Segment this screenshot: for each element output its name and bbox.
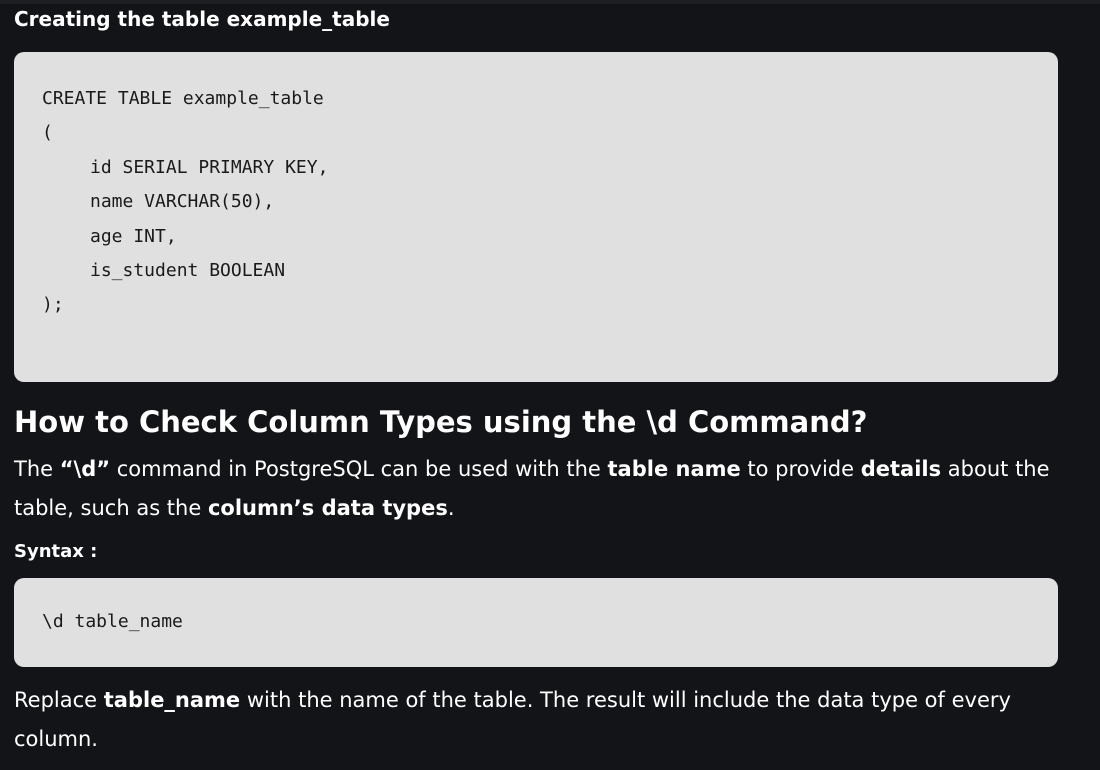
description-paragraph: The “\d” command in PostgreSQL can be us… bbox=[14, 450, 1058, 528]
article-content: Creating the table example_table CREATE … bbox=[14, 0, 1058, 759]
bold-text: “\d” bbox=[59, 457, 111, 481]
code-line: name VARCHAR(50), bbox=[90, 191, 275, 213]
code-line: CREATE TABLE example_table bbox=[42, 88, 324, 109]
bold-text: column’s data types bbox=[207, 496, 448, 520]
result-paragraph: Replace table_name with the name of the … bbox=[14, 681, 1058, 759]
bold-text: details bbox=[860, 457, 942, 481]
code-line: \d table_name bbox=[42, 611, 183, 633]
code-line: ); bbox=[42, 294, 64, 316]
bold-text: table_name bbox=[103, 688, 241, 712]
code-line: id SERIAL PRIMARY KEY, bbox=[90, 156, 329, 178]
bold-text: table name bbox=[607, 457, 741, 481]
code-line: is_student BOOLEAN bbox=[90, 259, 286, 281]
section-title: Creating the table example_table bbox=[14, 7, 390, 31]
text: The bbox=[14, 457, 60, 481]
syntax-label: Syntax : bbox=[14, 541, 98, 562]
text: Replace bbox=[14, 688, 104, 712]
code-line: ( bbox=[42, 122, 53, 144]
create-table-code-block: CREATE TABLE example_table ( id SERIAL P… bbox=[14, 52, 1058, 382]
text: . bbox=[447, 496, 455, 520]
syntax-code-block: \d table_name bbox=[14, 578, 1058, 667]
section-heading: How to Check Column Types using the \d C… bbox=[14, 405, 868, 439]
text: to provide bbox=[740, 457, 861, 481]
code-line: age INT, bbox=[90, 225, 177, 247]
text: command in PostgreSQL can be used with t… bbox=[110, 457, 608, 481]
